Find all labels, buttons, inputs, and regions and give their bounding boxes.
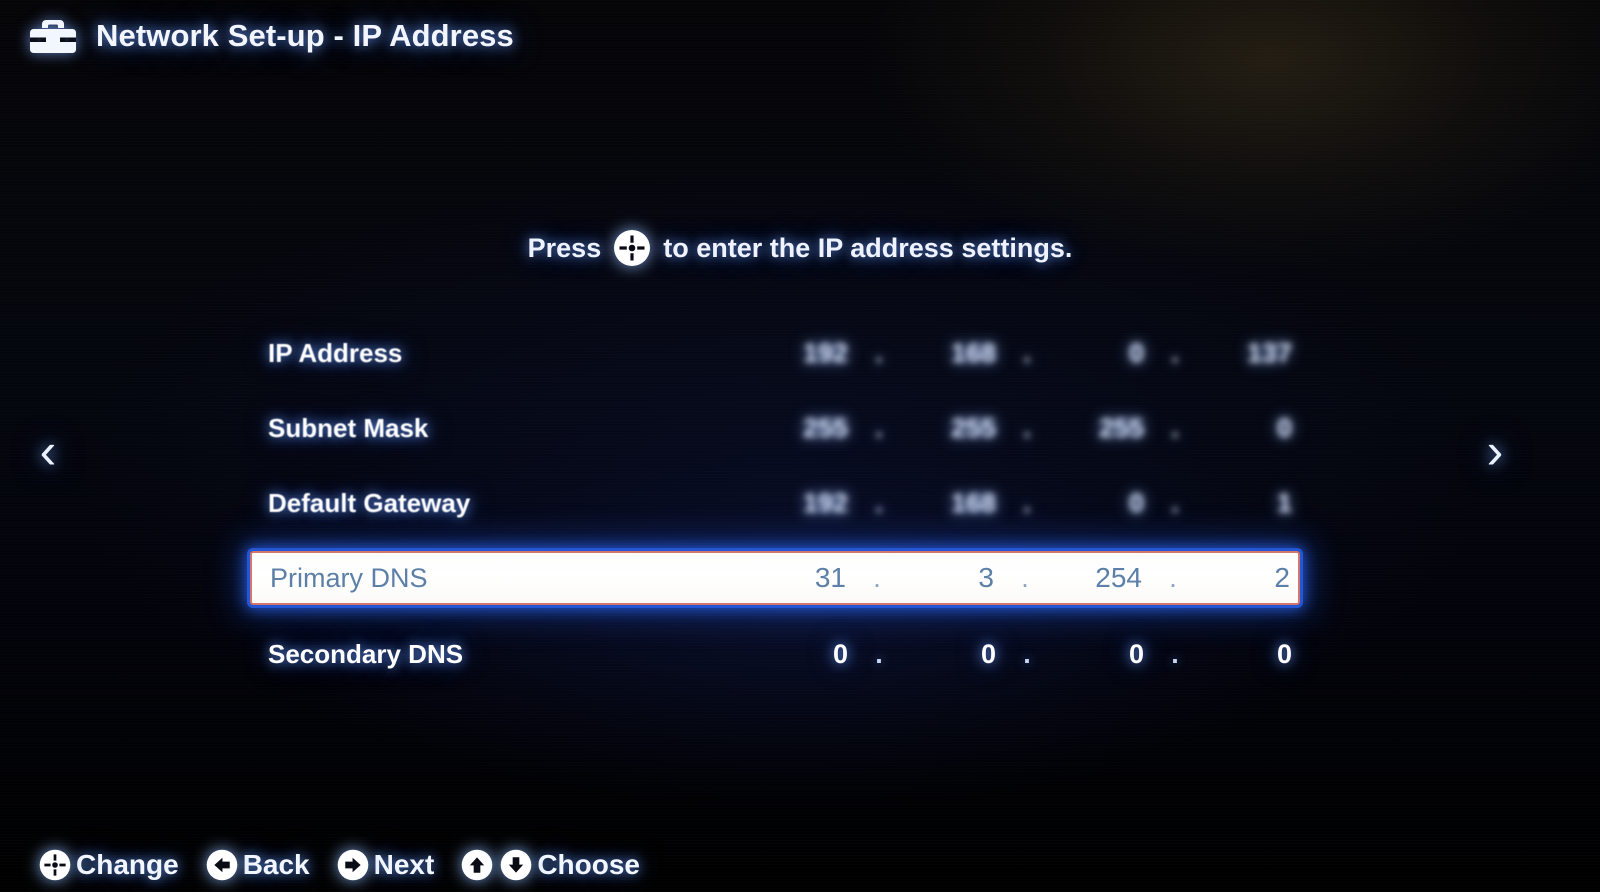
octet-3[interactable]: 0 [1058, 488, 1144, 519]
legend-label: Choose [537, 849, 641, 880]
instruction-text-after: to enter the IP address settings. [663, 232, 1073, 263]
octet-separator: . [1169, 562, 1177, 593]
octet-separator: . [1171, 338, 1179, 368]
arrow-left-icon [205, 848, 239, 882]
chevron-left-icon[interactable]: ‹ [25, 424, 71, 480]
legend-change[interactable]: Change [38, 848, 179, 882]
settings-row-ip-address[interactable]: IP Address 192 . 168 . 0 . 137 [250, 316, 1300, 391]
octet-separator: . [875, 413, 883, 443]
row-label: Secondary DNS [268, 639, 464, 669]
octet-separator: . [875, 639, 883, 669]
row-label: Primary DNS [270, 562, 428, 593]
row-label: IP Address [268, 338, 403, 368]
chevron-right-icon[interactable]: › [1472, 424, 1518, 480]
page-title: Network Set-up - IP Address [96, 18, 514, 53]
octet-2[interactable]: 3 [908, 562, 994, 594]
octet-4[interactable]: 137 [1206, 338, 1292, 369]
octet-separator: . [1021, 562, 1029, 593]
arrow-up-down-icon [460, 848, 533, 882]
octet-separator: . [1023, 639, 1031, 669]
instruction-banner: Press to enter the IP address settings. [0, 228, 1600, 268]
row-label: Subnet Mask [268, 413, 429, 443]
legend-label: Next [373, 849, 435, 880]
octet-group: 31 . 3 . 254 . 2 [760, 562, 1290, 594]
legend-choose[interactable]: Choose [460, 848, 640, 882]
dpad-icon [612, 228, 652, 268]
octet-2[interactable]: 255 [910, 413, 996, 444]
octet-2[interactable]: 0 [910, 639, 996, 670]
button-legend: Change Back Next Choose [38, 848, 640, 882]
octet-4[interactable]: 0 [1206, 413, 1292, 444]
arrow-right-icon [336, 848, 370, 882]
legend-next[interactable]: Next [336, 848, 435, 882]
tv-screen: Network Set-up - IP Address Press to ent… [0, 0, 1600, 892]
octet-separator: . [1023, 338, 1031, 368]
octet-3[interactable]: 0 [1058, 639, 1144, 670]
octet-1[interactable]: 192 [762, 338, 848, 369]
settings-row-subnet-mask[interactable]: Subnet Mask 255 . 255 . 255 . 0 [250, 391, 1300, 466]
octet-2[interactable]: 168 [910, 338, 996, 369]
octet-separator: . [875, 338, 883, 368]
dpad-icon [38, 848, 72, 882]
ip-settings-list: IP Address 192 . 168 . 0 . 137 Subnet Ma… [250, 316, 1300, 692]
octet-1[interactable]: 0 [762, 639, 848, 670]
octet-1[interactable]: 255 [762, 413, 848, 444]
octet-4[interactable]: 0 [1206, 639, 1292, 670]
octet-3[interactable]: 0 [1058, 338, 1144, 369]
instruction-text-before: Press [527, 232, 602, 263]
octet-separator: . [1171, 488, 1179, 518]
octet-2[interactable]: 168 [910, 488, 996, 519]
octet-separator: . [1023, 413, 1031, 443]
octet-separator: . [1023, 488, 1031, 518]
octet-separator: . [873, 562, 881, 593]
row-label: Default Gateway [268, 488, 471, 518]
octet-4[interactable]: 1 [1206, 488, 1292, 519]
octet-group: 192 . 168 . 0 . 1 [762, 488, 1292, 519]
settings-row-secondary-dns[interactable]: Secondary DNS 0 . 0 . 0 . 0 [250, 617, 1300, 692]
toolbox-icon [26, 14, 80, 58]
settings-row-default-gateway[interactable]: Default Gateway 192 . 168 . 0 . 1 [250, 466, 1300, 541]
legend-back[interactable]: Back [205, 848, 310, 882]
octet-4[interactable]: 2 [1204, 562, 1290, 594]
legend-label: Change [76, 849, 179, 880]
octet-separator: . [1171, 413, 1179, 443]
octet-3[interactable]: 255 [1058, 413, 1144, 444]
octet-separator: . [1171, 639, 1179, 669]
octet-3[interactable]: 254 [1056, 562, 1142, 594]
octet-group: 192 . 168 . 0 . 137 [762, 338, 1292, 369]
octet-group: 255 . 255 . 255 . 0 [762, 413, 1292, 444]
page-header: Network Set-up - IP Address [26, 14, 514, 58]
octet-group: 0 . 0 . 0 . 0 [762, 639, 1292, 670]
settings-row-primary-dns[interactable]: Primary DNS 31 . 3 . 254 . 2 [250, 551, 1300, 605]
octet-1[interactable]: 192 [762, 488, 848, 519]
legend-label: Back [242, 849, 310, 880]
octet-1[interactable]: 31 [760, 562, 846, 594]
octet-separator: . [875, 488, 883, 518]
